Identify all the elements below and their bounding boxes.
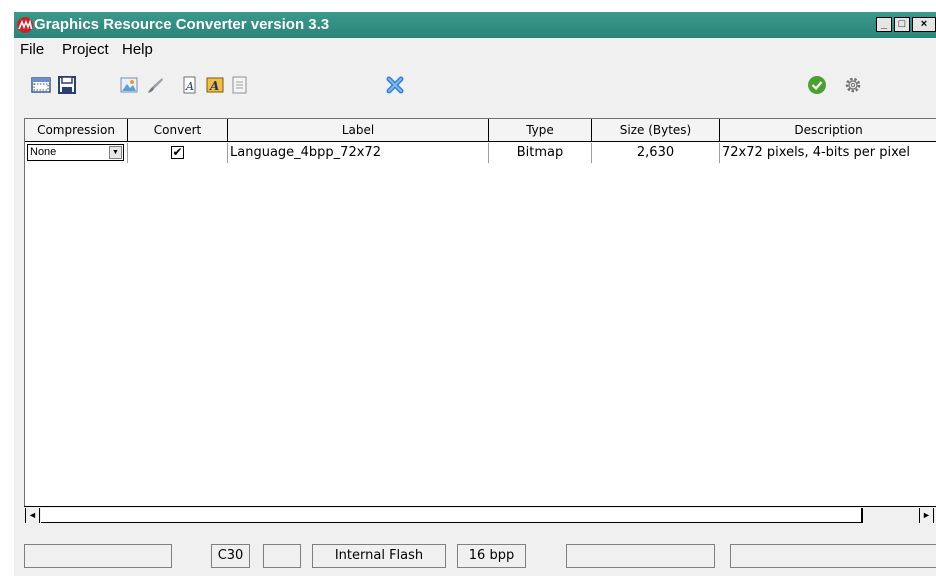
compression-value: None bbox=[30, 146, 57, 158]
delete-icon[interactable] bbox=[384, 74, 406, 96]
brush-icon[interactable] bbox=[144, 74, 166, 96]
compression-cell: None ▼ bbox=[25, 143, 128, 163]
svg-text:A: A bbox=[209, 79, 219, 93]
horizontal-scrollbar[interactable]: ◄ ► bbox=[24, 506, 936, 523]
add-image-icon[interactable] bbox=[118, 74, 140, 96]
document-icon[interactable] bbox=[228, 74, 250, 96]
microchip-logo-icon bbox=[17, 17, 33, 33]
minimize-button[interactable]: _ bbox=[876, 17, 892, 32]
menu-file[interactable]: File bbox=[20, 41, 44, 58]
chevron-down-icon[interactable]: ▼ bbox=[109, 146, 122, 159]
column-header-compression[interactable]: Compression bbox=[25, 119, 128, 142]
status-field-7 bbox=[730, 544, 936, 568]
settings-gear-icon[interactable] bbox=[842, 74, 864, 96]
type-cell: Bitmap bbox=[489, 143, 592, 163]
scroll-right-arrow-icon[interactable]: ► bbox=[919, 508, 934, 523]
status-compiler: C30 bbox=[211, 544, 250, 568]
open-folder-icon[interactable] bbox=[30, 74, 52, 96]
size-cell: 2,630 bbox=[592, 143, 720, 163]
column-header-type[interactable]: Type bbox=[489, 119, 592, 142]
convert-checkbox[interactable]: ✔ bbox=[171, 146, 184, 159]
menu-help[interactable]: Help bbox=[122, 41, 153, 58]
scrollbar-thumb[interactable] bbox=[41, 508, 863, 523]
status-color-depth: 16 bpp bbox=[457, 544, 526, 568]
status-memory: Internal Flash bbox=[312, 544, 446, 568]
close-button[interactable]: × bbox=[912, 17, 936, 32]
maximize-button[interactable]: □ bbox=[894, 17, 910, 32]
description-cell: 72x72 pixels, 4-bits per pixel bbox=[722, 145, 911, 160]
status-field-3 bbox=[263, 544, 301, 568]
compression-select[interactable]: None ▼ bbox=[27, 144, 124, 161]
menu-bar: File Project Help bbox=[14, 38, 936, 60]
column-header-size[interactable]: Size (Bytes) bbox=[592, 119, 720, 142]
scroll-left-arrow-icon[interactable]: ◄ bbox=[25, 508, 40, 523]
convert-check-icon[interactable] bbox=[806, 74, 828, 96]
save-icon[interactable] bbox=[56, 74, 78, 96]
status-field-6 bbox=[566, 544, 715, 568]
svg-text:A: A bbox=[185, 80, 194, 93]
menu-project[interactable]: Project bbox=[62, 41, 109, 58]
column-header-label[interactable]: Label bbox=[228, 119, 489, 142]
column-header-description[interactable]: Description bbox=[720, 119, 936, 142]
title-bar[interactable]: Graphics Resource Converter version 3.3 … bbox=[14, 12, 936, 38]
resource-table: Compression Convert Label Type Size (Byt… bbox=[24, 118, 936, 523]
status-field-1 bbox=[24, 544, 172, 568]
app-window: Graphics Resource Converter version 3.3 … bbox=[14, 12, 936, 576]
status-bar: C30 Internal Flash 16 bpp bbox=[14, 542, 936, 576]
column-header-convert[interactable]: Convert bbox=[128, 119, 228, 142]
add-font-icon[interactable]: A bbox=[178, 74, 200, 96]
convert-cell: ✔ bbox=[128, 143, 228, 163]
window-title: Graphics Resource Converter version 3.3 bbox=[34, 16, 330, 33]
toolbar: A A bbox=[14, 60, 936, 126]
label-cell[interactable]: Language_4bpp_72x72 bbox=[228, 143, 489, 163]
add-font-highlighted-icon[interactable]: A bbox=[204, 74, 226, 96]
